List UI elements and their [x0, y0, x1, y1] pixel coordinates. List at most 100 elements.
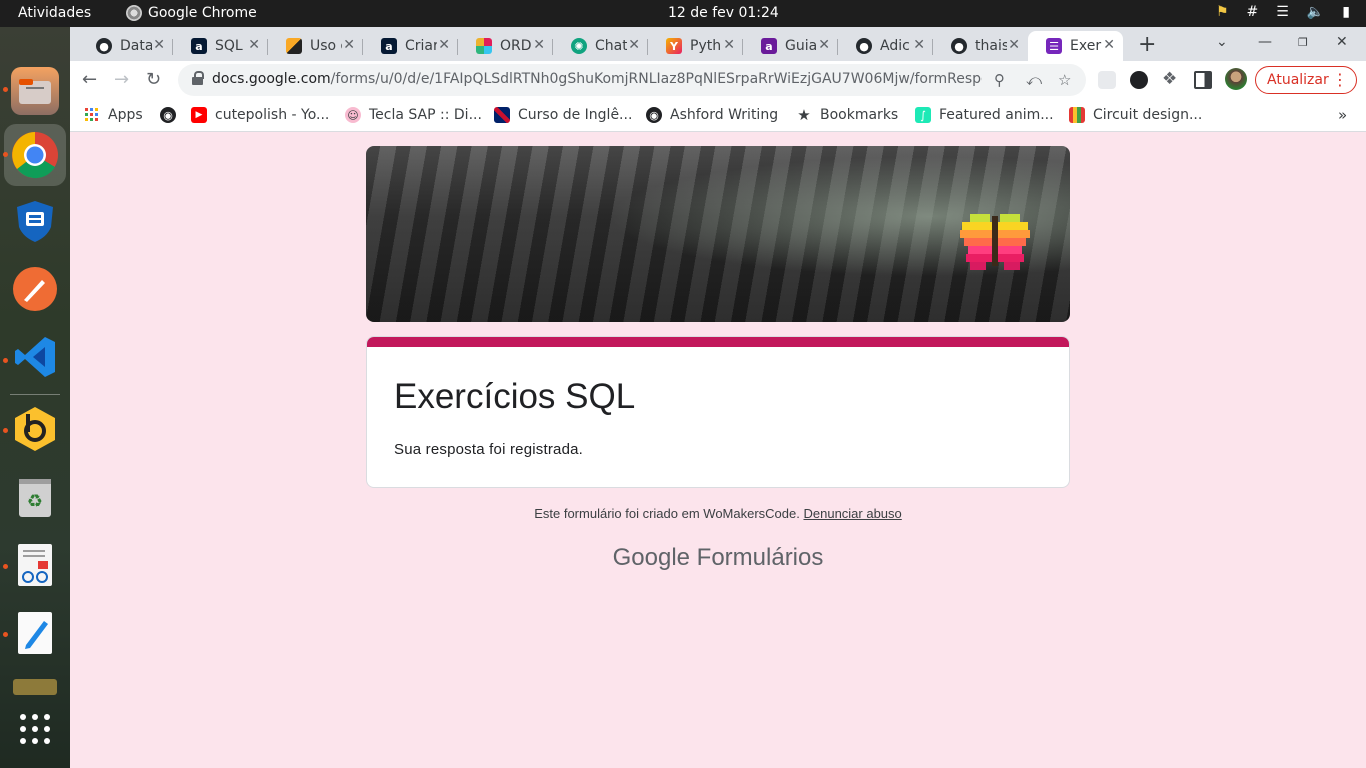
chrome-running-indicator [3, 152, 8, 157]
beekeeper-icon[interactable] [11, 405, 59, 453]
bookmark-circuit-design[interactable]: Circuit design... [1069, 105, 1202, 125]
slack-icon [476, 38, 492, 54]
tab-thais[interactable]: ● thais ✕ [933, 31, 1028, 61]
tab-criar[interactable]: a Criar ✕ [363, 31, 458, 61]
wifi-icon[interactable]: ☰ [1276, 4, 1289, 20]
ycombinator-icon: Y [666, 38, 682, 54]
vpn-icon[interactable] [11, 197, 59, 245]
bookmark-globe[interactable]: ◉ [160, 105, 176, 125]
tab-title: Chat [595, 38, 627, 54]
tab-sql[interactable]: a SQL ✕ [173, 31, 268, 61]
bookmark-ashford[interactable]: ◉ Ashford Writing [646, 105, 778, 125]
address-bar[interactable]: docs.google.com/forms/u/0/d/e/1FAIpQLSdl… [178, 64, 1086, 96]
document-viewer-icon[interactable] [11, 541, 59, 589]
apps-grid-icon [84, 107, 100, 123]
tab-uso[interactable]: Uso d ✕ [268, 31, 363, 61]
bookmark-cutepolish[interactable]: ▶ cutepolish - Yo... [191, 105, 329, 125]
text-editor-icon[interactable] [11, 609, 59, 657]
form-page: Exercícios SQL Sua resposta foi registra… [70, 132, 1366, 768]
minimize-icon[interactable]: — [1258, 34, 1272, 50]
globe-icon: ◉ [160, 107, 176, 123]
system-tray[interactable]: ⚑ # ☰ 🔈 ▮ [1216, 4, 1350, 20]
close-icon[interactable]: ✕ [818, 37, 830, 53]
close-icon[interactable]: ✕ [438, 37, 450, 53]
tab-data[interactable]: ● Data ✕ [78, 31, 173, 61]
form-accent-bar [367, 337, 1069, 347]
report-abuse-link[interactable]: Denunciar abuso [803, 506, 901, 521]
lock-icon[interactable] [192, 71, 204, 85]
bookmark-curso-ingles[interactable]: Curso de Inglê... [494, 105, 632, 125]
close-icon[interactable]: ✕ [723, 37, 735, 53]
github-icon: ● [856, 38, 872, 54]
close-icon[interactable]: ✕ [343, 37, 355, 53]
close-icon[interactable]: ✕ [1008, 37, 1020, 53]
google-forms-brand[interactable]: Google Formulários [70, 544, 1366, 572]
battery-icon[interactable]: ▮ [1342, 4, 1350, 20]
trash-icon[interactable]: ♻ [11, 473, 59, 521]
window-close-icon[interactable]: ✕ [1336, 34, 1348, 50]
show-applications-icon[interactable] [11, 705, 59, 753]
postman-icon[interactable] [11, 265, 59, 313]
github-icon: ● [951, 38, 967, 54]
clock[interactable]: 12 de fev 01:24 [668, 5, 779, 21]
viewer-running-indicator [3, 564, 8, 569]
close-icon[interactable]: ✕ [533, 37, 545, 53]
bookmark-bookmarks[interactable]: ★ Bookmarks [796, 105, 898, 125]
more-vertical-icon[interactable]: ⋮ [1332, 67, 1348, 93]
close-icon[interactable]: ✕ [913, 37, 925, 53]
share-icon[interactable]: ⤺ [1026, 71, 1042, 89]
tab-title: Criar [405, 38, 437, 54]
files-icon[interactable] [11, 67, 59, 115]
tab-exercicios-active[interactable]: ☰ Exer ✕ [1028, 31, 1123, 61]
app-name: Google Chrome [148, 5, 257, 21]
close-icon[interactable]: ✕ [153, 37, 165, 53]
app-menu[interactable]: Google Chrome [126, 5, 257, 21]
close-icon[interactable]: ✕ [1103, 37, 1115, 53]
dock-separator [10, 394, 60, 395]
bookmark-featured-anim[interactable]: ∫ Featured anim... [915, 105, 1054, 125]
reload-icon[interactable]: ↻ [146, 69, 161, 90]
bookmark-star-icon[interactable]: ☆ [1058, 71, 1071, 89]
google-forms-icon: ☰ [1046, 38, 1062, 54]
tab-python[interactable]: Y Pyth ✕ [648, 31, 743, 61]
tab-search-chevron-icon[interactable]: ⌄ [1216, 34, 1228, 50]
tecla-sap-icon: ☺ [345, 107, 361, 123]
activities-button[interactable]: Atividades [18, 5, 91, 21]
restore-icon[interactable]: ❐ [1298, 36, 1308, 49]
profile-avatar[interactable] [1225, 68, 1247, 90]
close-icon[interactable]: ✕ [628, 37, 640, 53]
form-title: Exercícios SQL [394, 377, 636, 416]
extensions-puzzle-icon[interactable]: ❖ [1162, 69, 1177, 89]
tab-title: ORD [500, 38, 532, 54]
generic-site-icon [286, 38, 302, 54]
tab-strip: ● Data ✕ a SQL ✕ Uso d ✕ a Criar ✕ ORD ✕… [70, 27, 1366, 61]
new-tab-plus-icon[interactable]: + [1138, 32, 1156, 57]
alura-purple-icon: a [761, 38, 777, 54]
bookmarks-bar: Apps ◉ ▶ cutepolish - Yo... ☺ Tecla SAP … [70, 99, 1366, 132]
bookmarks-overflow-icon[interactable]: » [1338, 105, 1347, 125]
chrome-dock-icon[interactable] [4, 124, 66, 186]
partial-app-icon[interactable] [11, 677, 59, 697]
update-button[interactable]: Atualizar ⋮ [1255, 66, 1357, 94]
tab-guia[interactable]: a Guia ✕ [743, 31, 838, 61]
tab-title: thais [975, 38, 1007, 54]
url-text[interactable]: docs.google.com/forms/u/0/d/e/1FAIpQLSdl… [212, 71, 982, 87]
side-panel-icon[interactable] [1194, 71, 1212, 89]
slack-tray-icon[interactable]: # [1247, 4, 1259, 20]
close-icon[interactable]: ✕ [248, 37, 260, 53]
bookmark-tecla-sap[interactable]: ☺ Tecla SAP :: Di... [345, 105, 482, 125]
bookmark-apps[interactable]: Apps [84, 105, 143, 125]
zoom-icon[interactable]: ⚲ [994, 71, 1005, 89]
vscode-icon[interactable] [11, 333, 59, 381]
chrome-app-icon [126, 5, 142, 21]
extension-icon[interactable] [1098, 71, 1116, 89]
youtube-icon: ▶ [191, 107, 207, 123]
tab-ord[interactable]: ORD ✕ [458, 31, 553, 61]
shield-icon[interactable]: ⚑ [1216, 4, 1229, 20]
dollar-extension-icon[interactable] [1130, 71, 1148, 89]
tab-adic[interactable]: ● Adic ✕ [838, 31, 933, 61]
volume-icon[interactable]: 🔈 [1307, 4, 1324, 20]
tab-chat[interactable]: ✺ Chat ✕ [553, 31, 648, 61]
forward-arrow-icon[interactable]: → [114, 69, 129, 90]
back-arrow-icon[interactable]: ← [82, 69, 97, 90]
